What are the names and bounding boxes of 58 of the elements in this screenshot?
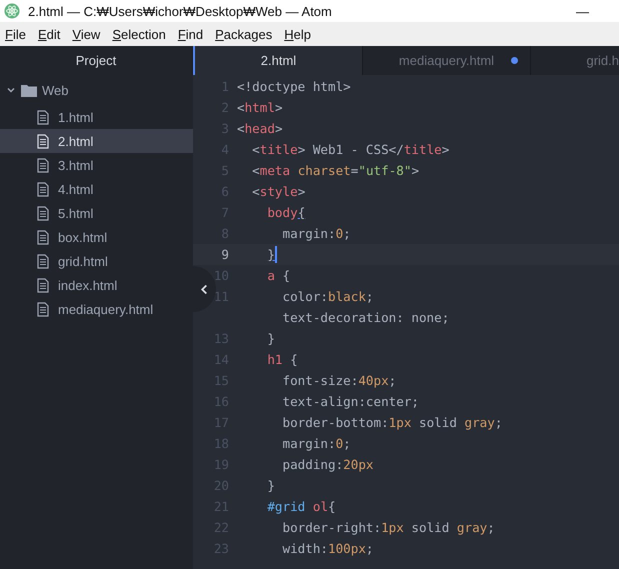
tree-row[interactable]: grid.html <box>0 249 193 273</box>
chevron-left-icon <box>200 284 209 294</box>
menu-item[interactable]: Find <box>178 26 204 42</box>
code-line: <html> <box>237 100 283 115</box>
file-icon <box>37 206 49 220</box>
code-line: body{ <box>266 205 306 220</box>
tree-row[interactable]: 3.html <box>0 153 193 177</box>
chevron-icon <box>6 85 16 95</box>
code-line: border-right:1px solid gray; <box>282 520 495 535</box>
file-icon <box>37 278 49 292</box>
tree-row[interactable]: 5.html <box>0 201 193 225</box>
line-number: 9 <box>221 247 229 262</box>
editor-tab[interactable]: 2.html <box>193 46 363 75</box>
code-line: } <box>266 246 277 263</box>
code-line: a { <box>266 268 290 283</box>
menu-item[interactable]: File <box>5 26 26 42</box>
window-title: 2.html — C:₩Users₩ichor₩Desktop₩Web — Atom <box>28 4 332 18</box>
tree-row[interactable]: index.html <box>0 273 193 297</box>
code-line: <head> <box>237 121 283 136</box>
code-line: <style> <box>251 184 306 199</box>
tree-row[interactable]: mediaquery.html <box>0 297 193 321</box>
file-icon <box>37 230 49 244</box>
file-icon <box>37 182 49 196</box>
file-icon <box>37 254 49 268</box>
code-line: } <box>266 478 275 493</box>
tree-row[interactable]: 1.html <box>0 105 193 129</box>
code-line: margin:0; <box>282 226 351 241</box>
code-line: font-size:40px; <box>282 373 396 388</box>
file-icon <box>37 134 49 148</box>
menu-item[interactable]: View <box>72 26 100 42</box>
tree-row[interactable]: box.html <box>0 225 193 249</box>
code-line: text-decoration: none; <box>282 310 450 325</box>
folder-icon <box>21 84 37 96</box>
menu-item[interactable]: Edit <box>38 26 60 42</box>
tree-row[interactable]: 4.html <box>0 177 193 201</box>
menu-item[interactable]: Selection <box>112 26 166 42</box>
code-line: } <box>266 331 275 346</box>
file-icon <box>37 110 49 124</box>
code-line: border-bottom:1px solid gray; <box>282 415 502 430</box>
code-line: color:black; <box>282 289 374 304</box>
code-line: <!doctype html> <box>237 79 351 94</box>
tree-row[interactable]: 2.html <box>0 129 193 153</box>
folder-name: Web <box>42 82 68 98</box>
atom-logo-icon <box>4 3 20 19</box>
code-line: <title> Web1 - CSS</title> <box>251 142 450 157</box>
code-line: text-align:center; <box>282 394 419 409</box>
tree-folder[interactable]: Web <box>0 75 193 105</box>
code-line: padding:20px <box>282 457 374 472</box>
code-line: <meta charset="utf-8"> <box>251 163 420 178</box>
menu-item[interactable]: Help <box>284 26 311 42</box>
file-icon <box>37 158 49 172</box>
menu-item[interactable]: Packages <box>215 26 272 42</box>
code-line: h1 { <box>266 352 298 367</box>
code-line: margin:0; <box>282 436 351 451</box>
code-line: #grid ol{ <box>266 499 336 514</box>
minimize-button[interactable]: — <box>572 4 593 18</box>
code-line: width:100px; <box>282 541 374 556</box>
file-icon <box>37 302 49 316</box>
